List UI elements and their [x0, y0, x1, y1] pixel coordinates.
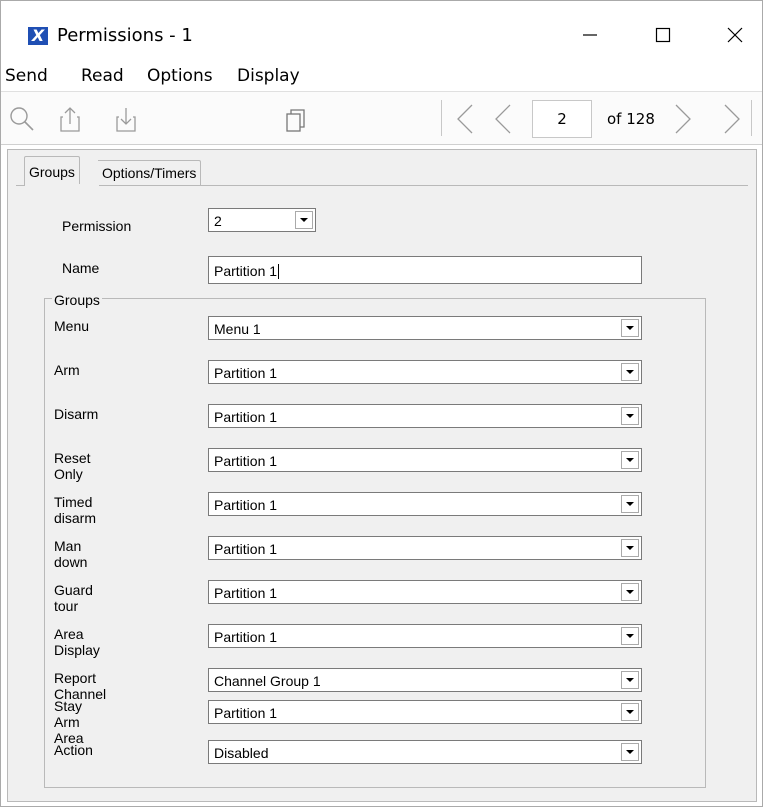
- timed-disarm-select[interactable]: Partition 1: [208, 492, 642, 516]
- tab-strip-line: [16, 185, 748, 186]
- disarm-select[interactable]: Partition 1: [208, 404, 642, 428]
- chevron-down-icon[interactable]: [621, 671, 639, 689]
- reset-only-label: Reset Only: [54, 450, 91, 482]
- man-down-select[interactable]: Partition 1: [208, 536, 642, 560]
- guard-tour-select[interactable]: Partition 1: [208, 580, 642, 604]
- last-record-icon: [724, 104, 740, 134]
- guard-tour-value: Partition 1: [214, 585, 278, 601]
- upload-button[interactable]: [53, 102, 87, 136]
- app-icon: X: [28, 27, 48, 45]
- menu-group-select[interactable]: Menu 1: [208, 316, 642, 340]
- last-record-button[interactable]: [717, 102, 751, 136]
- permission-label: Permission: [62, 218, 132, 234]
- close-icon: [727, 27, 743, 43]
- arm-value: Partition 1: [214, 365, 278, 381]
- disarm-label: Disarm: [54, 406, 99, 422]
- first-record-button[interactable]: [447, 102, 481, 136]
- tab-groups[interactable]: Groups: [24, 156, 80, 186]
- maximize-button[interactable]: [635, 11, 691, 59]
- permission-select[interactable]: 2: [208, 208, 316, 232]
- window-title: Permissions - 1: [57, 25, 193, 46]
- report-channel-select[interactable]: Channel Group 1: [208, 668, 642, 692]
- menu-read[interactable]: Read: [81, 66, 124, 86]
- area-display-value: Partition 1: [214, 629, 278, 645]
- stay-arm-area-label: Stay Arm Area: [54, 698, 84, 746]
- active-tab-underline: [25, 184, 99, 187]
- name-label: Name: [62, 260, 100, 276]
- toolbar-separator-end: [751, 100, 752, 136]
- stay-arm-area-select[interactable]: Partition 1: [208, 700, 642, 724]
- chevron-down-icon[interactable]: [621, 495, 639, 513]
- content-panel: Groups Options/Timers Permission 2 Name …: [7, 149, 757, 802]
- first-record-icon: [457, 104, 473, 134]
- search-button[interactable]: [5, 102, 39, 136]
- man-down-value: Partition 1: [214, 541, 278, 557]
- action-select[interactable]: Disabled: [208, 740, 642, 764]
- maximize-icon: [655, 27, 671, 43]
- chevron-down-icon[interactable]: [621, 451, 639, 469]
- chevron-down-icon[interactable]: [621, 743, 639, 761]
- next-record-icon: [675, 104, 691, 134]
- menu-options[interactable]: Options: [147, 66, 213, 86]
- area-display-select[interactable]: Partition 1: [208, 624, 642, 648]
- report-channel-value: Channel Group 1: [214, 673, 321, 689]
- copy-icon: [286, 109, 305, 132]
- menu-group-value: Menu 1: [214, 321, 261, 337]
- timed-disarm-value: Partition 1: [214, 497, 278, 513]
- chevron-down-icon[interactable]: [621, 407, 639, 425]
- chevron-down-icon[interactable]: [621, 539, 639, 557]
- download-icon: [116, 108, 136, 132]
- name-input[interactable]: Partition 1: [208, 256, 642, 284]
- search-icon: [10, 107, 34, 131]
- reset-only-select[interactable]: Partition 1: [208, 448, 642, 472]
- menu-bar: Send Read Options Display: [1, 63, 762, 91]
- groups-box-title: Groups: [52, 292, 102, 308]
- chevron-down-icon[interactable]: [621, 703, 639, 721]
- action-label: Action: [54, 742, 93, 758]
- guard-tour-label: Guard tour: [54, 582, 93, 614]
- page-number-input[interactable]: 2: [532, 100, 592, 138]
- disarm-value: Partition 1: [214, 409, 278, 425]
- copy-button[interactable]: [279, 102, 313, 136]
- menu-send[interactable]: Send: [5, 66, 48, 86]
- chevron-down-icon[interactable]: [295, 211, 313, 229]
- minimize-button[interactable]: [562, 11, 618, 59]
- permission-value: 2: [214, 213, 222, 229]
- toolbar: 2 of 128: [1, 91, 762, 145]
- chevron-down-icon[interactable]: [621, 319, 639, 337]
- man-down-label: Man down: [54, 538, 88, 570]
- minimize-icon: [583, 34, 597, 36]
- title-bar: X Permissions - 1: [1, 1, 762, 63]
- tab-options-timers[interactable]: Options/Timers: [98, 160, 202, 185]
- menu-group-label: Menu: [54, 318, 90, 334]
- arm-label: Arm: [54, 362, 80, 378]
- arm-select[interactable]: Partition 1: [208, 360, 642, 384]
- upload-icon: [60, 107, 80, 132]
- action-value: Disabled: [214, 745, 269, 761]
- chevron-down-icon[interactable]: [621, 363, 639, 381]
- previous-record-button[interactable]: [485, 102, 519, 136]
- name-value: Partition 1: [214, 263, 278, 279]
- chevron-down-icon[interactable]: [621, 627, 639, 645]
- stay-arm-area-value: Partition 1: [214, 705, 278, 721]
- timed-disarm-label: Timed disarm: [54, 494, 97, 526]
- permissions-window: X Permissions - 1 Send Read Options Disp…: [0, 0, 763, 807]
- text-caret: [278, 264, 280, 279]
- menu-display[interactable]: Display: [237, 66, 300, 86]
- reset-only-value: Partition 1: [214, 453, 278, 469]
- close-button[interactable]: [707, 11, 763, 59]
- next-record-button[interactable]: [667, 102, 701, 136]
- download-button[interactable]: [109, 102, 143, 136]
- previous-record-icon: [495, 104, 511, 134]
- page-total: of 128: [607, 110, 655, 128]
- chevron-down-icon[interactable]: [621, 583, 639, 601]
- area-display-label: Area Display: [54, 626, 100, 658]
- toolbar-separator: [441, 100, 442, 136]
